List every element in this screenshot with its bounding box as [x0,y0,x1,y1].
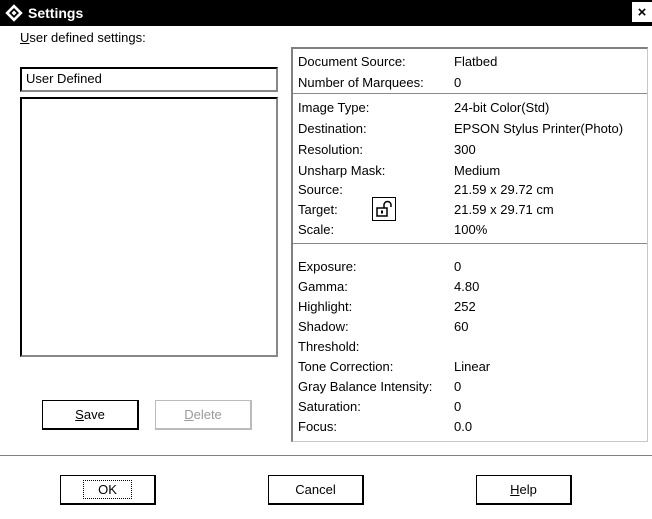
settings-name-value: User Defined [26,71,102,86]
info-row: Scale: 100% [298,222,488,237]
close-icon[interactable]: × [632,2,652,22]
info-row: Tone Correction: Linear [298,359,491,374]
info-row: Highlight: 252 [298,299,476,314]
info-row: Saturation: 0 [298,399,462,414]
ok-label: OK [83,480,132,499]
section-divider [293,243,647,245]
info-row: Focus: 0.0 [298,419,473,434]
settings-name-input[interactable]: User Defined [20,67,278,92]
save-button[interactable]: Save [42,400,139,430]
info-row: Document Source: Flatbed [298,54,498,69]
settings-listbox[interactable] [20,97,278,357]
title-bar[interactable]: Settings × [0,0,652,26]
info-row: Exposure: 0 [298,259,462,274]
ok-button[interactable]: OK [60,475,156,505]
info-row: Gamma: 4.80 [298,279,480,294]
info-row: Source: 21.59 x 29.72 cm [298,182,554,197]
footer-divider [0,455,652,456]
info-row: Number of Marquees: 0 [298,75,462,90]
info-row: Shadow: 60 [298,319,469,334]
cancel-button[interactable]: Cancel [268,475,364,505]
cancel-label: Cancel [295,482,336,497]
window-title: Settings [28,5,84,21]
section-divider [293,93,647,95]
info-row: Target: 21.59 x 29.71 cm [298,202,554,217]
settings-info-panel: Document Source: Flatbed Number of Marque… [291,47,648,442]
info-row: Unsharp Mask: Medium [298,163,501,178]
info-row: Resolution: 300 [298,142,476,157]
info-row: Destination: EPSON Stylus Printer(Photo) [298,121,624,136]
lock-open-icon[interactable] [372,197,396,221]
app-icon [3,2,25,24]
user-settings-label: User defined settings: [20,30,146,45]
info-row: Threshold: [298,339,360,354]
info-row: Gray Balance Intensity: 0 [298,379,462,394]
help-button[interactable]: Help [476,475,572,505]
info-row: Image Type: 24-bit Color(Std) [298,100,550,115]
delete-button[interactable]: Delete [155,400,252,430]
